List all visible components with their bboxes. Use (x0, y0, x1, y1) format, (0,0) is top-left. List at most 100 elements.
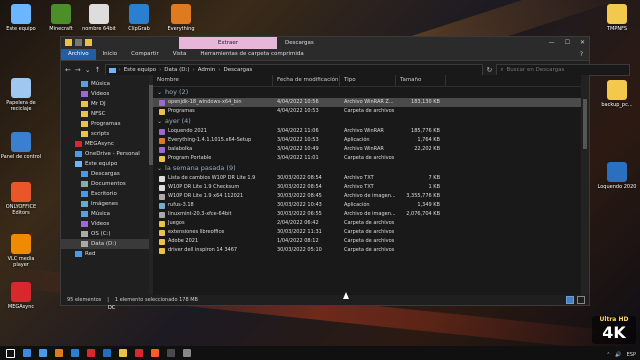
desktop-icon[interactable]: backup_pc... (596, 80, 638, 108)
breadcrumb-admin[interactable]: Admin (198, 67, 216, 73)
speaker-icon[interactable]: 🔊 (615, 352, 621, 358)
file-row[interactable]: Lista de cambios W10P DR Lite 1.9 30/03/2… (153, 174, 589, 183)
tab-inicio[interactable]: Inicio (96, 49, 125, 60)
taskbar-app-icon[interactable] (151, 349, 159, 357)
properties-icon[interactable] (75, 39, 82, 46)
desktop-icon[interactable]: TMPNFS (596, 4, 638, 32)
nav-item[interactable]: Mr DJ (61, 99, 153, 109)
nav-item[interactable]: Música (61, 79, 153, 89)
tab-herramientas-carpeta-comprimida[interactable]: Herramientas de carpeta comprimida (193, 49, 310, 60)
desktop-icon[interactable]: VLC media player (0, 234, 42, 268)
tab-compartir[interactable]: Compartir (124, 49, 166, 60)
breadcrumb-descargas[interactable]: Descargas (223, 67, 252, 73)
desktop-icon[interactable]: Minecraft (40, 4, 82, 32)
file-row[interactable]: linuxmint-20.3-xfce-64bit 30/03/2022 06:5… (153, 210, 589, 219)
file-list-scrollbar-thumb[interactable] (583, 99, 587, 149)
nav-folder-icon (81, 231, 88, 237)
column-header-size[interactable]: Tamaño (396, 75, 446, 86)
desktop-icon[interactable]: Panel de control (0, 132, 42, 160)
breadcrumb-este-equipo[interactable]: Este equipo (124, 67, 156, 73)
chevron-down-icon[interactable]: ⌄ (157, 87, 162, 98)
file-row[interactable]: driver dell inspiron 14 3467 30/03/2022 0… (153, 246, 589, 255)
maximize-icon[interactable]: ☐ (565, 37, 570, 49)
nav-item[interactable]: MEGAsync (61, 139, 153, 149)
desktop-icon[interactable]: Loquendo 2020 (596, 162, 638, 190)
desktop-icon[interactable]: MEGAsync (0, 282, 42, 310)
start-icon[interactable] (6, 348, 15, 358)
nav-item[interactable]: Descargas (61, 169, 153, 179)
nav-item[interactable]: Escritorio (61, 189, 153, 199)
taskbar-app-icon[interactable] (23, 349, 31, 357)
back-arrow-icon[interactable]: ← (65, 66, 71, 74)
nav-item[interactable]: Documentos (61, 179, 153, 189)
taskbar-app-icon[interactable] (87, 349, 95, 357)
file-row[interactable]: Programas 4/04/2022 10:53 Carpeta de archi… (153, 107, 589, 116)
desktop-icon[interactable]: nombre 64bit (78, 4, 120, 32)
file-row[interactable]: Loquendo 2021 3/04/2022 11:06 Archivo WinR… (153, 127, 589, 136)
extract-context-tab[interactable]: Extraer (179, 37, 277, 49)
taskbar-app-icon[interactable] (167, 349, 175, 357)
desktop-icon[interactable]: ONLYOFFICE Editors (0, 182, 42, 216)
nav-item[interactable]: Programas (61, 119, 153, 129)
chevron-down-icon[interactable]: ⌄ (157, 163, 162, 174)
taskbar-app-icon[interactable] (103, 349, 111, 357)
nav-item[interactable]: Red (61, 249, 153, 259)
forward-arrow-icon[interactable]: → (75, 66, 81, 74)
nav-item[interactable]: OneDrive - Personal (61, 149, 153, 159)
taskbar-app-icon[interactable] (55, 349, 63, 357)
taskbar-app-icon[interactable] (183, 349, 191, 357)
nav-item[interactable]: Este equipo (61, 159, 153, 169)
file-row[interactable]: W10P DR Lite 1.9 Checksum 30/03/2022 08:5… (153, 183, 589, 192)
file-row[interactable]: Everything-1.4.1.1015.x64-Setup 3/04/2022… (153, 136, 589, 145)
new-folder-icon[interactable] (85, 39, 92, 46)
close-icon[interactable]: ✕ (580, 37, 585, 49)
file-row[interactable]: Juegos 2/04/2022 06:42 Carpeta de archivos (153, 219, 589, 228)
nav-item[interactable]: Vídeos (61, 219, 153, 229)
taskbar-app-icon[interactable] (71, 349, 79, 357)
taskbar-app-icon[interactable] (39, 349, 47, 357)
file-row[interactable]: balabolka 3/04/2022 10:49 Archivo WinRAR 22… (153, 145, 589, 154)
group-header[interactable]: ⌄ hoy (2) (153, 87, 589, 98)
file-list-scrollbar[interactable] (581, 75, 589, 295)
tab-archivo[interactable]: Archivo (61, 49, 96, 60)
file-row[interactable]: openjdk-18_windows-x64_bin 4/04/2022 10:5… (153, 98, 589, 107)
nav-folder-icon (81, 241, 88, 247)
nav-item[interactable]: scripts (61, 129, 153, 139)
breadcrumb-data-d[interactable]: Data (D:) (164, 67, 189, 73)
column-header-name[interactable]: Nombre (153, 75, 273, 86)
large-icons-view-icon[interactable] (577, 296, 585, 304)
file-row[interactable]: rufus-3.18 30/03/2022 10:43 Aplicación 1,34… (153, 201, 589, 210)
refresh-icon[interactable]: ↻ (487, 66, 493, 74)
file-row[interactable]: Program Portable 3/04/2022 11:01 Carpeta d… (153, 154, 589, 163)
chevron-down-icon[interactable]: ⌄ (85, 66, 91, 74)
nav-item[interactable]: Imágenes (61, 199, 153, 209)
nav-item[interactable]: NFSC (61, 109, 153, 119)
minimize-icon[interactable]: — (549, 37, 555, 49)
nav-item[interactable]: Data (D:) (61, 239, 153, 249)
help-icon[interactable]: ? (580, 51, 589, 58)
taskbar-app-icon[interactable] (135, 349, 143, 357)
search-input[interactable] (506, 67, 627, 73)
up-chevron-icon[interactable]: ⌃ (606, 352, 610, 358)
desktop-icon[interactable]: ClipGrab (118, 4, 160, 32)
nav-item[interactable]: Vídeos (61, 89, 153, 99)
column-header-date[interactable]: Fecha de modificación (273, 75, 340, 86)
up-arrow-icon[interactable]: ↑ (95, 66, 101, 74)
tab-vista[interactable]: Vista (166, 49, 194, 60)
desktop-icon[interactable]: Everything (160, 4, 202, 32)
file-row[interactable]: W10P DR Lite 1.9 x64 112021 30/03/2022 08… (153, 192, 589, 201)
nav-item[interactable]: OS (C:) (61, 229, 153, 239)
taskbar-app-icon[interactable] (119, 349, 127, 357)
nav-item[interactable]: Música (61, 209, 153, 219)
file-row[interactable]: extensiones libreoffice 30/03/2022 11:31 C… (153, 228, 589, 237)
language-indicator[interactable]: ESP (627, 352, 636, 358)
desktop-icon-label: Minecraft (49, 26, 73, 32)
column-header-type[interactable]: Tipo (340, 75, 396, 86)
desktop-icon[interactable]: Papelera de reciclaje (0, 78, 42, 112)
group-header[interactable]: ⌄ la semana pasada (9) (153, 163, 589, 174)
details-view-icon[interactable] (566, 296, 574, 304)
chevron-down-icon[interactable]: ⌄ (157, 116, 162, 127)
group-header[interactable]: ⌄ ayer (4) (153, 116, 589, 127)
file-row[interactable]: Adobe 2021 1/04/2022 08:12 Carpeta de arch… (153, 237, 589, 246)
desktop-icon[interactable]: Este equipo (0, 4, 42, 32)
